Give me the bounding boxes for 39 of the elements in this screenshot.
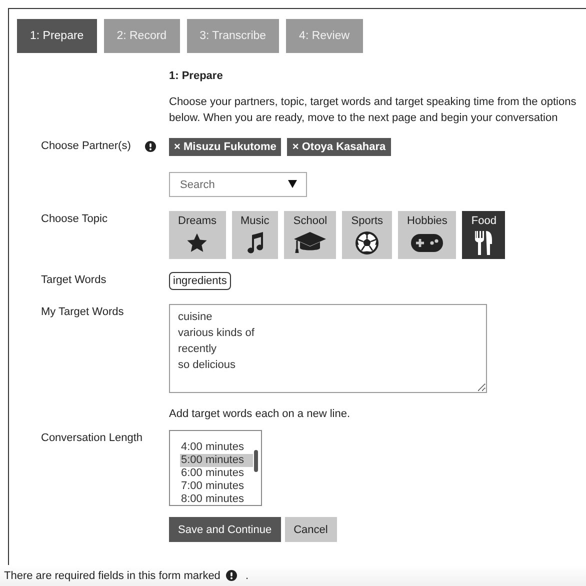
target-words-field[interactable]: cuisine various kinds of recently so delicious [169,304,487,393]
gamepad-icon [411,234,444,252]
topic-button[interactable]: Hobbies [398,211,456,259]
save-button[interactable]: Save and Continue [169,517,281,542]
field-label: Target Words [41,274,106,286]
topic-button[interactable]: Dreams [169,211,226,259]
required-note: There are required fields in this form marked [4,570,220,582]
fork-and-knife-icon [474,230,494,256]
instructions-text: Choose your partners, topic, target words and target speaking time from the options below. When you are ready, move to the next page and begin your conversation [169,95,578,126]
topic-button[interactable]: Music [232,211,278,259]
hint-text: Add target words each on a new line. [169,408,352,420]
scrollbar-thumb[interactable] [254,450,258,472]
music-note-icon [244,231,265,255]
field-label: My Target Words [41,306,124,318]
field-label: Choose Partner(s) [41,140,131,152]
length-option[interactable]: 7:00 minutes [180,480,253,493]
required-icon [226,570,238,581]
length-option[interactable]: 8:00 minutes [180,493,253,505]
target-word-tag: ingredients [169,272,231,290]
topic-button[interactable]: Food [462,211,506,259]
length-listbox[interactable]: 4:00 minutes 5:00 minutes 6:00 minutes 7:00 minutes 8:00 minutes [169,430,262,506]
partner-chip[interactable]: × Otoya Kasahara [287,138,391,156]
topic-button[interactable]: School [284,211,336,259]
length-option[interactable]: 6:00 minutes [180,467,253,480]
length-option[interactable]: 5:00 minutes [180,454,253,467]
caret-icon [288,180,297,188]
field-label: Choose Topic [41,213,108,225]
period-text: . [245,570,248,582]
length-option[interactable]: 4:00 minutes [180,441,253,454]
field-label: Conversation Length [41,432,143,444]
partner-chip[interactable]: × Misuzu Fukutome [169,138,282,156]
search-dropdown[interactable]: Search [169,172,307,197]
step-tab[interactable]: 1: Prepare [17,19,97,53]
soccer-ball-icon [355,231,380,255]
graduation-cap-icon [293,231,328,255]
cancel-button[interactable]: Cancel [284,517,337,542]
topic-button[interactable]: Sports [342,211,392,259]
star-icon [186,232,208,254]
section-heading: 1: Prepare [169,70,224,82]
